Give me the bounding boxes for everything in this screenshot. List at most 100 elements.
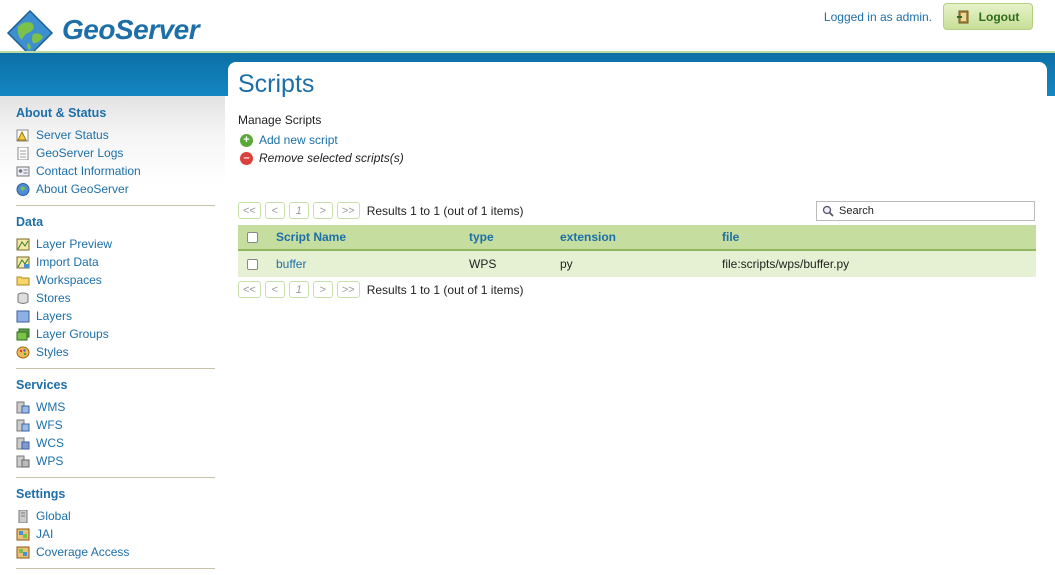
logged-in-status: Logged in as admin. — [823, 10, 932, 24]
pager-page-button[interactable]: 1 — [288, 202, 309, 219]
pager-page-button[interactable]: 1 — [288, 281, 309, 298]
sidebar-divider — [16, 205, 215, 206]
sidebar-item-server-status[interactable]: Server Status — [16, 126, 141, 144]
select-all-checkbox[interactable] — [247, 231, 258, 243]
remove-scripts-label: Remove selected scripts(s) — [259, 151, 404, 165]
add-icon: + — [240, 133, 253, 147]
jai-icon — [16, 528, 30, 540]
script-name-link[interactable]: buffer — [276, 257, 306, 271]
pager-next-button[interactable]: > — [312, 202, 333, 219]
wcs-icon — [16, 437, 30, 449]
global-icon — [18, 509, 28, 523]
layer-groups-icon — [16, 328, 30, 340]
sidebar-item-stores[interactable]: Stores — [16, 289, 112, 307]
pager-prev-button[interactable]: < — [264, 281, 285, 298]
row-checkbox[interactable] — [247, 258, 258, 270]
search-input[interactable]: Search — [816, 201, 1035, 221]
page-title: Scripts — [238, 70, 315, 98]
styles-icon — [16, 346, 30, 358]
sidebar-item-label: WPS — [36, 454, 64, 468]
pager-last-button[interactable]: >> — [336, 281, 360, 298]
folder-icon — [16, 276, 30, 285]
sidebar-item-geoserver-logs[interactable]: GeoServer Logs — [16, 144, 141, 162]
header: GeoServer Logged in as admin. Logout — [0, 0, 1055, 56]
sidebar-item-wfs[interactable]: WFS — [16, 416, 67, 434]
sidebar-item-layers[interactable]: Layers — [16, 307, 112, 325]
remove-icon: – — [240, 151, 253, 165]
sidebar-divider — [16, 568, 215, 569]
sidebar-item-label: WMS — [36, 400, 66, 414]
remove-scripts-link[interactable]: – Remove selected scripts(s) — [240, 151, 404, 165]
layers-icon — [16, 310, 30, 322]
sidebar-item-wps[interactable]: WPS — [16, 452, 67, 470]
sidebar-item-label: Global — [36, 509, 71, 523]
sidebar-item-layer-groups[interactable]: Layer Groups — [16, 325, 112, 343]
sidebar-section-title: Data — [16, 215, 44, 229]
search-icon — [822, 205, 834, 217]
sidebar-item-styles[interactable]: Styles — [16, 343, 112, 361]
sidebar-item-label: Server Status — [36, 128, 109, 142]
sidebar-section-title: About & Status — [16, 106, 107, 120]
script-extension: py — [560, 257, 573, 271]
pager-next-button[interactable]: > — [312, 281, 333, 298]
sidebar-item-label: Coverage Access — [36, 545, 130, 559]
pager-last-button[interactable]: >> — [336, 202, 360, 219]
sidebar-section-title: Services — [16, 378, 68, 392]
sidebar-item-coverage-access[interactable]: Coverage Access — [16, 543, 129, 561]
column-header-file[interactable]: file — [722, 230, 739, 244]
logs-icon — [17, 146, 29, 160]
sidebar-item-label: Stores — [36, 291, 71, 305]
sidebar-item-about-geoserver[interactable]: About GeoServer — [16, 180, 141, 198]
brand-name[interactable]: GeoServer — [62, 14, 200, 46]
sidebar-item-label: Workspaces — [36, 273, 102, 287]
sidebar: About & Status Server Status GeoServer L… — [0, 96, 225, 575]
column-header-script-name[interactable]: Script Name — [276, 230, 346, 244]
about-icon — [16, 182, 30, 196]
pager-first-button[interactable]: << — [238, 202, 261, 219]
sidebar-section-settings: Settings Global JAI Coverage Access — [16, 487, 129, 561]
sidebar-item-label: WCS — [36, 436, 64, 450]
sidebar-item-label: GeoServer Logs — [36, 146, 124, 160]
sidebar-item-global[interactable]: Global — [16, 507, 129, 525]
add-script-link[interactable]: + Add new script — [240, 133, 338, 147]
sidebar-divider — [16, 368, 215, 369]
store-icon — [17, 292, 29, 304]
sidebar-item-label: Layer Groups — [36, 327, 109, 341]
server-status-icon — [16, 129, 29, 141]
sidebar-item-contact-information[interactable]: Contact Information — [16, 162, 141, 180]
pager-bottom: << < 1 > >> Results 1 to 1 (out of 1 ite… — [238, 281, 523, 298]
sidebar-item-jai[interactable]: JAI — [16, 525, 129, 543]
sidebar-item-label: Import Data — [36, 255, 99, 269]
sidebar-item-label: Layers — [36, 309, 73, 323]
table-row: buffer WPS py file:scripts/wps/buffer.py — [238, 251, 1036, 277]
sidebar-section-title: Settings — [16, 487, 66, 501]
sidebar-item-label: Styles — [36, 345, 69, 359]
sidebar-item-import-data[interactable]: Import Data — [16, 253, 112, 271]
sidebar-item-layer-preview[interactable]: Layer Preview — [16, 235, 112, 253]
import-data-icon — [16, 256, 30, 268]
sidebar-item-label: About GeoServer — [36, 182, 129, 196]
pager-results-text: Results 1 to 1 (out of 1 items) — [366, 282, 524, 297]
sidebar-section-services: Services WMS WFS WCS WPS — [16, 378, 67, 470]
sidebar-item-wcs[interactable]: WCS — [16, 434, 67, 452]
pager-top: << < 1 > >> Results 1 to 1 (out of 1 ite… — [238, 202, 523, 219]
column-header-extension[interactable]: extension — [560, 230, 616, 244]
sidebar-section-about: About & Status Server Status GeoServer L… — [16, 106, 141, 198]
content-panel: Scripts Manage Scripts + Add new script … — [228, 62, 1047, 575]
contact-icon — [16, 166, 30, 176]
logout-button[interactable]: Logout — [943, 3, 1033, 30]
pager-first-button[interactable]: << — [238, 281, 261, 298]
column-header-type[interactable]: type — [469, 230, 494, 244]
pager-prev-button[interactable]: < — [264, 202, 285, 219]
sidebar-section-data: Data Layer Preview Import Data Workspace… — [16, 215, 112, 361]
add-script-label: Add new script — [259, 133, 338, 147]
sidebar-item-label: WFS — [36, 418, 63, 432]
logout-door-icon — [956, 10, 969, 23]
page-subtitle: Manage Scripts — [238, 113, 322, 127]
sidebar-item-workspaces[interactable]: Workspaces — [16, 271, 112, 289]
sidebar-divider — [16, 477, 215, 478]
logout-label: Logout — [978, 9, 1020, 24]
table-header: Script Name type extension file — [238, 225, 1036, 251]
sidebar-item-wms[interactable]: WMS — [16, 398, 67, 416]
layer-preview-icon — [16, 238, 30, 250]
